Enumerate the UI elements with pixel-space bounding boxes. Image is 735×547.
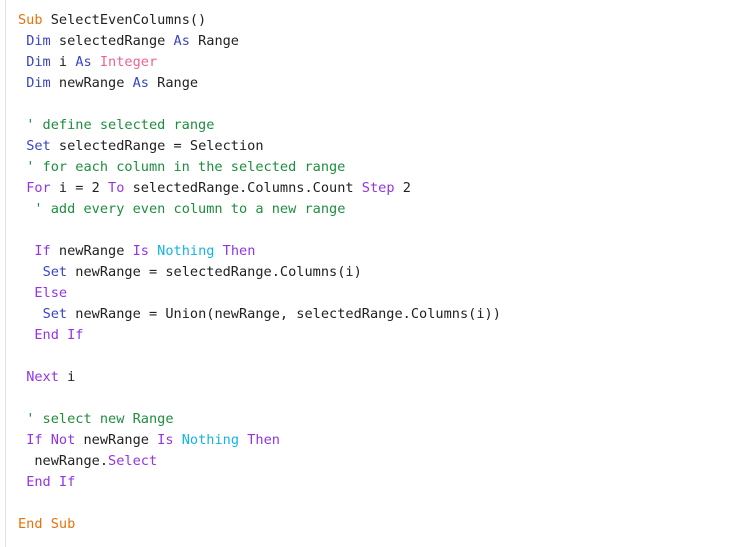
code-line: For i = 2 To selectedRange.Columns.Count… bbox=[0, 178, 735, 199]
code-line: Dim newRange As Range bbox=[0, 73, 735, 94]
code-token-plain: 2 bbox=[394, 180, 411, 196]
code-token-kw: Next bbox=[26, 369, 59, 385]
code-token-kw: For bbox=[26, 180, 51, 196]
code-line: newRange.Select bbox=[0, 451, 735, 472]
code-line: End Sub bbox=[0, 514, 735, 535]
code-line: End If bbox=[0, 325, 735, 346]
code-token-kw: End If bbox=[34, 327, 84, 343]
code-token-decl: Dim bbox=[26, 33, 51, 49]
code-line: Sub SelectEvenColumns() bbox=[0, 10, 735, 31]
code-token-decl: As bbox=[132, 75, 149, 91]
code-token-comment: ' define selected range bbox=[26, 117, 215, 133]
code-token-decl: Dim bbox=[26, 75, 51, 91]
code-line: Else bbox=[0, 283, 735, 304]
code-token-kw: Step bbox=[361, 180, 395, 196]
code-token-kw: End If bbox=[26, 474, 76, 490]
code-token-decl: Set bbox=[42, 264, 68, 280]
code-line: ' select new Range bbox=[0, 409, 735, 430]
code-token-plain: selectedRange = Selection bbox=[50, 138, 264, 154]
code-line: If newRange Is Nothing Then bbox=[0, 241, 735, 262]
code-token-kw: Then bbox=[222, 243, 256, 259]
code-token-decl: Set bbox=[42, 306, 68, 322]
code-token-kw: If bbox=[26, 432, 43, 448]
code-line: Dim i As Integer bbox=[0, 52, 735, 73]
code-token-kw: Not bbox=[50, 432, 76, 448]
code-token-kw: Is bbox=[157, 432, 174, 448]
code-token-kw: Select bbox=[108, 453, 158, 469]
code-token-plain: Range bbox=[148, 75, 199, 91]
code-token-plain: i = 2 bbox=[50, 180, 109, 196]
code-token-decl: As bbox=[75, 54, 92, 70]
code-token-kw: If bbox=[34, 243, 51, 259]
code-token-kw: Else bbox=[34, 285, 68, 301]
code-token-comment: ' add every even column to a new range bbox=[34, 201, 346, 217]
code-token-kw: To bbox=[108, 180, 125, 196]
code-token-decl: As bbox=[173, 33, 190, 49]
code-line: End If bbox=[0, 472, 735, 493]
code-line: If Not newRange Is Nothing Then bbox=[0, 430, 735, 451]
code-token-plain: Range bbox=[189, 33, 239, 49]
code-token-plain: selectedRange bbox=[50, 33, 174, 49]
code-line: Next i bbox=[0, 367, 735, 388]
code-token-sub: Sub bbox=[18, 12, 43, 28]
code-token-plain: i bbox=[58, 369, 76, 385]
code-token-plain: i bbox=[50, 54, 76, 70]
code-token-type: Integer bbox=[99, 54, 158, 70]
code-line: ' add every even column to a new range bbox=[0, 199, 735, 220]
code-token-plain: newRange. bbox=[18, 453, 109, 469]
code-line: Set newRange = Union(newRange, selectedR… bbox=[0, 304, 735, 325]
code-token-kw: Is bbox=[132, 243, 149, 259]
code-token-const: Nothing bbox=[181, 432, 240, 448]
code-line: ' for each column in the selected range bbox=[0, 157, 735, 178]
code-token-comment: ' for each column in the selected range bbox=[26, 159, 346, 175]
code-line: ' define selected range bbox=[0, 115, 735, 136]
code-line-list: Sub SelectEvenColumns() Dim selectedRang… bbox=[0, 10, 735, 535]
code-token-decl: Set bbox=[26, 138, 51, 154]
code-token-decl: Dim bbox=[26, 54, 51, 70]
code-line: Set selectedRange = Selection bbox=[0, 136, 735, 157]
code-token-plain: newRange = selectedRange.Columns(i) bbox=[67, 264, 362, 280]
code-token-plain: newRange bbox=[50, 75, 133, 91]
code-token-plain: newRange bbox=[50, 243, 133, 259]
code-token-plain: selectedRange.Columns.Count bbox=[124, 180, 362, 196]
code-token-const: Nothing bbox=[157, 243, 215, 259]
code-line: Dim selectedRange As Range bbox=[0, 31, 735, 52]
code-token-plain: newRange bbox=[75, 432, 158, 448]
code-token-plain: newRange = Union(newRange, selectedRange… bbox=[67, 306, 501, 322]
code-block[interactable]: Sub SelectEvenColumns() Dim selectedRang… bbox=[0, 0, 735, 547]
code-line: Set newRange = selectedRange.Columns(i) bbox=[0, 262, 735, 283]
code-token-comment: ' select new Range bbox=[26, 411, 174, 427]
code-token-sub: End Sub bbox=[18, 516, 76, 532]
code-token-plain: SelectEvenColumns() bbox=[42, 12, 207, 28]
code-token-kw: Then bbox=[247, 432, 280, 448]
